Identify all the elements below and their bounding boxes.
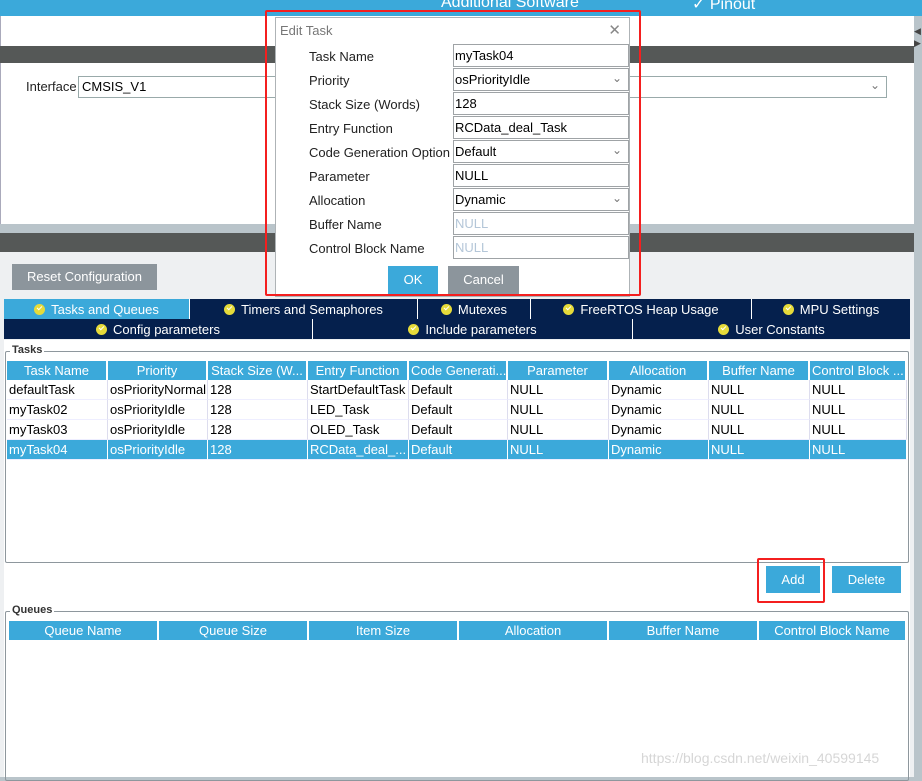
tab-user-constants[interactable]: User Constants bbox=[633, 319, 910, 339]
table-cell[interactable]: Default bbox=[409, 440, 508, 460]
check-icon bbox=[408, 323, 420, 335]
tab-label: Timers and Semaphores bbox=[241, 301, 383, 317]
table-cell[interactable]: NULL bbox=[508, 400, 609, 420]
table-cell[interactable]: 128 bbox=[208, 420, 308, 440]
table-cell[interactable]: NULL bbox=[508, 380, 609, 400]
table-cell[interactable]: NULL bbox=[508, 440, 609, 460]
table-cell[interactable]: NULL bbox=[810, 420, 907, 440]
column-header[interactable]: Item Size bbox=[309, 621, 459, 640]
column-header[interactable]: Code Generati... bbox=[409, 361, 508, 380]
table-cell[interactable]: Default bbox=[409, 420, 508, 440]
table-cell[interactable]: NULL bbox=[709, 400, 810, 420]
column-header[interactable]: Allocation bbox=[609, 361, 709, 380]
table-cell[interactable]: NULL bbox=[810, 400, 907, 420]
tab-tasks-and-queues[interactable]: Tasks and Queues bbox=[4, 299, 190, 319]
table-cell[interactable]: StartDefaultTask bbox=[308, 380, 409, 400]
table-cell[interactable]: Dynamic bbox=[609, 420, 709, 440]
table-cell[interactable]: 128 bbox=[208, 400, 308, 420]
tab-label: User Constants bbox=[735, 321, 825, 337]
tab-label: Tasks and Queues bbox=[51, 301, 159, 317]
chevron-down-icon: ✓ bbox=[692, 0, 706, 13]
watermark: https://blog.csdn.net/weixin_40599145 bbox=[641, 750, 880, 766]
check-icon bbox=[782, 303, 794, 315]
check-icon bbox=[224, 303, 236, 315]
table-cell[interactable]: NULL bbox=[810, 380, 907, 400]
check-icon bbox=[563, 303, 575, 315]
pinout-tab[interactable]: ✓ Pinout bbox=[692, 0, 755, 14]
chevron-down-icon: ⌄ bbox=[869, 78, 880, 92]
tasks-table: Task Name Priority Stack Size (W... Entry F… bbox=[7, 361, 907, 460]
tab-label: FreeRTOS Heap Usage bbox=[580, 301, 719, 317]
table-row[interactable]: myTask04 osPriorityIdle 128 RCData_deal_...… bbox=[7, 440, 907, 460]
table-cell[interactable]: NULL bbox=[709, 380, 810, 400]
table-cell[interactable]: NULL bbox=[508, 420, 609, 440]
check-icon bbox=[34, 303, 46, 315]
column-header[interactable]: Priority bbox=[108, 361, 208, 380]
column-header[interactable]: Task Name bbox=[7, 361, 108, 380]
column-header[interactable]: Buffer Name bbox=[709, 361, 810, 380]
tabs-row-2: Config parameters Include parameters Use… bbox=[4, 319, 910, 339]
pinout-label: Pinout bbox=[709, 0, 756, 13]
table-cell[interactable]: Dynamic bbox=[609, 440, 709, 460]
column-header[interactable]: Control Block ... bbox=[810, 361, 907, 380]
table-cell[interactable]: NULL bbox=[810, 440, 907, 460]
table-cell[interactable]: osPriorityNormal bbox=[108, 380, 208, 400]
table-cell[interactable]: Default bbox=[409, 380, 508, 400]
column-header[interactable]: Queue Size bbox=[159, 621, 309, 640]
check-icon bbox=[718, 323, 730, 335]
table-cell[interactable]: NULL bbox=[709, 420, 810, 440]
delete-task-button[interactable]: Delete bbox=[832, 566, 901, 593]
tab-mpu-settings[interactable]: MPU Settings bbox=[752, 299, 910, 319]
table-cell[interactable]: osPriorityIdle bbox=[108, 440, 208, 460]
table-cell[interactable]: osPriorityIdle bbox=[108, 400, 208, 420]
column-header[interactable]: Control Block Name bbox=[759, 621, 907, 640]
table-cell[interactable]: 128 bbox=[208, 380, 308, 400]
table-row[interactable]: myTask03 osPriorityIdle 128 OLED_Task Defaul… bbox=[7, 420, 907, 440]
column-header[interactable]: Buffer Name bbox=[609, 621, 759, 640]
vertical-scrollbar[interactable]: ◀ ▶ bbox=[914, 16, 922, 777]
highlight-dialog bbox=[265, 10, 641, 296]
table-cell[interactable]: defaultTask bbox=[7, 380, 108, 400]
column-header[interactable]: Entry Function bbox=[308, 361, 409, 380]
table-cell[interactable]: 128 bbox=[208, 440, 308, 460]
tab-config-parameters[interactable]: Config parameters bbox=[4, 319, 313, 339]
table-cell[interactable]: Default bbox=[409, 400, 508, 420]
table-cell[interactable]: RCData_deal_... bbox=[308, 440, 409, 460]
queues-legend: Queues bbox=[10, 604, 55, 616]
column-header[interactable]: Allocation bbox=[459, 621, 609, 640]
table-cell[interactable]: Dynamic bbox=[609, 400, 709, 420]
highlight-add-button bbox=[757, 558, 825, 603]
column-header[interactable]: Queue Name bbox=[9, 621, 159, 640]
tab-label: MPU Settings bbox=[799, 301, 880, 317]
tab-freertos-heap-usage[interactable]: FreeRTOS Heap Usage bbox=[531, 299, 752, 319]
tab-timers-and-semaphores[interactable]: Timers and Semaphores bbox=[190, 299, 418, 319]
tabs-row-1: Tasks and Queues Timers and Semaphores M… bbox=[4, 299, 910, 319]
tasks-legend: Tasks bbox=[10, 344, 45, 356]
tab-include-parameters[interactable]: Include parameters bbox=[313, 319, 633, 339]
table-cell[interactable]: myTask03 bbox=[7, 420, 108, 440]
tab-label: Config parameters bbox=[113, 321, 220, 337]
table-cell[interactable]: Dynamic bbox=[609, 380, 709, 400]
table-row[interactable]: myTask02 osPriorityIdle 128 LED_Task Default… bbox=[7, 400, 907, 420]
table-cell[interactable]: osPriorityIdle bbox=[108, 420, 208, 440]
reset-configuration-button[interactable]: Reset Configuration bbox=[12, 264, 157, 290]
queues-table: Queue Name Queue Size Item Size Allocation B… bbox=[9, 621, 907, 640]
table-cell[interactable]: myTask04 bbox=[7, 440, 108, 460]
table-row[interactable]: defaultTask osPriorityNormal 128 StartDefau… bbox=[7, 380, 907, 400]
table-cell[interactable]: OLED_Task bbox=[308, 420, 409, 440]
interface-label: Interface bbox=[26, 79, 77, 94]
tab-mutexes[interactable]: Mutexes bbox=[418, 299, 531, 319]
table-cell[interactable]: NULL bbox=[709, 440, 810, 460]
table-cell[interactable]: LED_Task bbox=[308, 400, 409, 420]
tab-label: Mutexes bbox=[457, 301, 508, 317]
column-header[interactable]: Stack Size (W... bbox=[208, 361, 308, 380]
column-header[interactable]: Parameter bbox=[508, 361, 609, 380]
collapse-right-icon[interactable]: ▶ bbox=[914, 38, 921, 49]
check-icon bbox=[440, 303, 452, 315]
collapse-left-icon[interactable]: ◀ bbox=[914, 26, 921, 37]
tab-label: Include parameters bbox=[425, 321, 537, 337]
check-icon bbox=[96, 323, 108, 335]
table-cell[interactable]: myTask02 bbox=[7, 400, 108, 420]
interface-value: CMSIS_V1 bbox=[82, 79, 147, 94]
